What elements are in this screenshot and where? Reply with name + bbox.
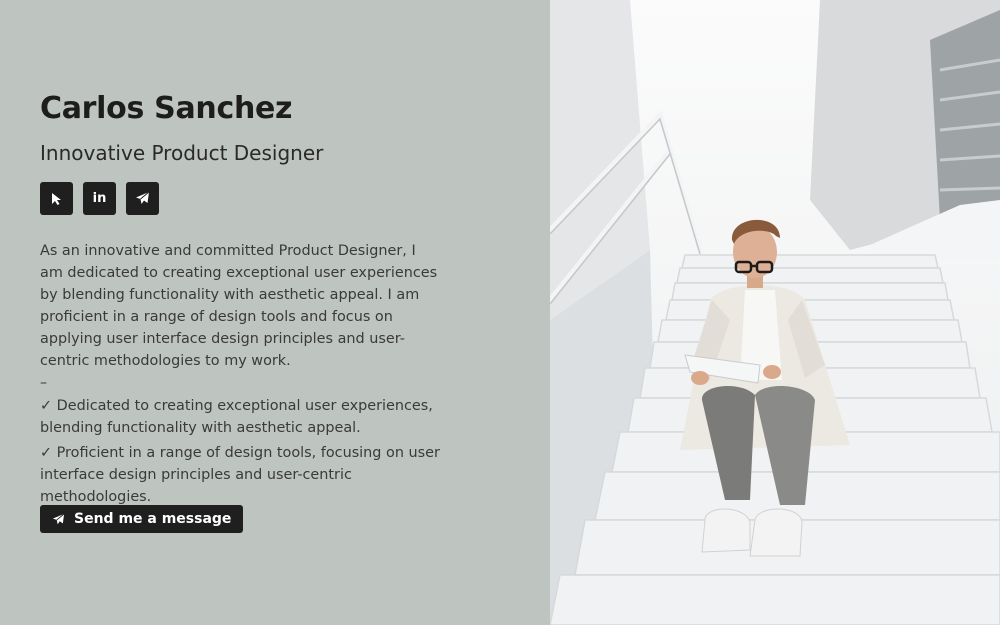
send-message-button[interactable]: Send me a message <box>40 505 244 533</box>
cursor-icon <box>51 192 61 205</box>
linkedin-icon: in <box>92 191 107 206</box>
profile-photo <box>550 0 1000 625</box>
profile-panel: Carlos Sanchez Innovative Product Design… <box>0 0 550 625</box>
linkedin-link-button[interactable]: in <box>83 182 116 215</box>
social-links: in <box>40 182 159 215</box>
profile-name: Carlos Sanchez <box>40 91 293 126</box>
telegram-link-button[interactable] <box>126 182 159 215</box>
profile-bio: As an innovative and committed Product D… <box>40 243 438 369</box>
portfolio-link-button[interactable] <box>40 182 73 215</box>
separator: – <box>40 375 47 391</box>
person-on-stairs-photo <box>550 0 1000 625</box>
send-icon <box>52 513 65 524</box>
send-message-label: Send me a message <box>74 511 232 527</box>
highlights-list: ✓ Dedicated to creating exceptional user… <box>40 395 440 511</box>
send-icon <box>136 191 150 204</box>
profile-role: Innovative Product Designer <box>40 141 324 165</box>
highlight-item: ✓ Proficient in a range of design tools,… <box>40 445 440 505</box>
highlight-item: ✓ Dedicated to creating exceptional user… <box>40 398 433 436</box>
